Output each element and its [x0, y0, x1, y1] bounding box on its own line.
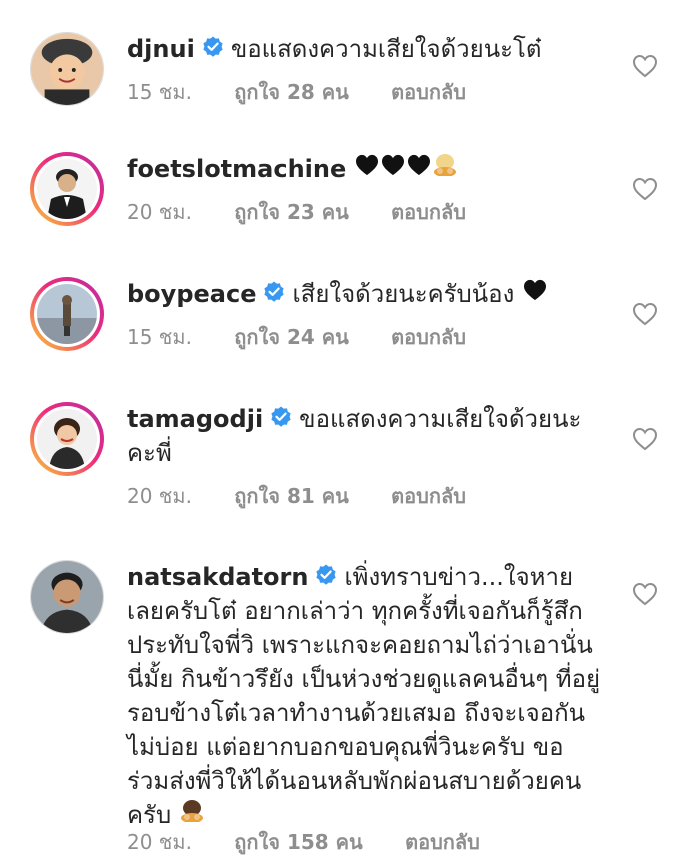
comment-time: 20 ชม.: [127, 200, 192, 224]
comment-body: boypeace เสียใจด้วยนะครับน้อง: [127, 277, 607, 312]
comment-meta: 20 ชม. ถูกใจ 81 คน ตอบกลับ: [127, 480, 502, 512]
comment-username[interactable]: boypeace: [127, 280, 256, 308]
comment-text: เสียใจด้วยนะครับน้อง: [292, 280, 515, 308]
avatar[interactable]: [30, 152, 104, 226]
avatar-image: [37, 409, 97, 469]
verified-badge-icon: [314, 563, 338, 587]
reply-button[interactable]: ตอบกลับ: [391, 80, 466, 104]
comment-username[interactable]: tamagodji: [127, 405, 263, 433]
verified-badge-icon: [269, 405, 293, 429]
black-heart-emoji: [354, 151, 380, 185]
avatar-image: [31, 33, 103, 105]
comment-meta: 20 ชม. ถูกใจ 158 คน ตอบกลับ: [127, 826, 516, 858]
avatar[interactable]: [30, 32, 104, 106]
heart-outline-icon[interactable]: [632, 302, 658, 326]
comment-likes[interactable]: ถูกใจ 23 คน: [234, 200, 349, 224]
comment-body: natsakdatorn เพิ่งทราบข่าว...ใจหายเลยครับ…: [127, 560, 602, 833]
comment-text: ขอแสดงความเสียใจด้วยนะโต๋: [230, 35, 542, 63]
heart-outline-icon[interactable]: [632, 427, 658, 451]
comment-likes[interactable]: ถูกใจ 28 คน: [234, 80, 349, 104]
comment-time: 15 ชม.: [127, 80, 192, 104]
avatar-image: [37, 284, 97, 344]
verified-badge-icon: [262, 280, 286, 304]
comment-likes[interactable]: ถูกใจ 158 คน: [234, 830, 362, 854]
avatar-image: [31, 561, 103, 633]
avatar[interactable]: [30, 277, 104, 351]
comment-likes[interactable]: ถูกใจ 81 คน: [234, 484, 349, 508]
reply-button[interactable]: ตอบกลับ: [391, 325, 466, 349]
comment-username[interactable]: foetslotmachine: [127, 155, 346, 183]
comment-username[interactable]: djnui: [127, 35, 195, 63]
comment-meta: 15 ชม. ถูกใจ 24 คน ตอบกลับ: [127, 321, 502, 353]
heart-outline-icon[interactable]: [632, 54, 658, 78]
comment-time: 20 ชม.: [127, 484, 192, 508]
comment-time: 15 ชม.: [127, 325, 192, 349]
comment-likes[interactable]: ถูกใจ 24 คน: [234, 325, 349, 349]
avatar[interactable]: [30, 402, 104, 476]
person-bowing-emoji: [432, 151, 458, 185]
heart-outline-icon[interactable]: [632, 582, 658, 606]
black-heart-emoji: [522, 276, 548, 310]
black-heart-emoji: [380, 151, 406, 185]
comment-username[interactable]: natsakdatorn: [127, 563, 308, 591]
heart-outline-icon[interactable]: [632, 177, 658, 201]
comment-meta: 20 ชม. ถูกใจ 23 คน ตอบกลับ: [127, 196, 502, 228]
comment-body: tamagodji ขอแสดงความเสียใจด้วยนะคะพี่: [127, 402, 607, 470]
reply-button[interactable]: ตอบกลับ: [391, 200, 466, 224]
comment-list: djnui ขอแสดงความเสียใจด้วยนะโต๋ 15 ชม. ถู…: [0, 0, 700, 854]
comment-body: djnui ขอแสดงความเสียใจด้วยนะโต๋: [127, 32, 607, 66]
avatar-image: [37, 159, 97, 219]
avatar[interactable]: [30, 560, 104, 634]
reply-button[interactable]: ตอบกลับ: [405, 830, 480, 854]
reply-button[interactable]: ตอบกลับ: [391, 484, 466, 508]
comment-body: foetslotmachine: [127, 152, 607, 187]
comment-time: 20 ชม.: [127, 830, 192, 854]
verified-badge-icon: [201, 35, 225, 59]
comment-meta: 15 ชม. ถูกใจ 28 คน ตอบกลับ: [127, 76, 502, 108]
black-heart-emoji: [406, 151, 432, 185]
comment-text: เพิ่งทราบข่าว...ใจหายเลยครับโต๋ อยากเล่า…: [127, 563, 601, 829]
